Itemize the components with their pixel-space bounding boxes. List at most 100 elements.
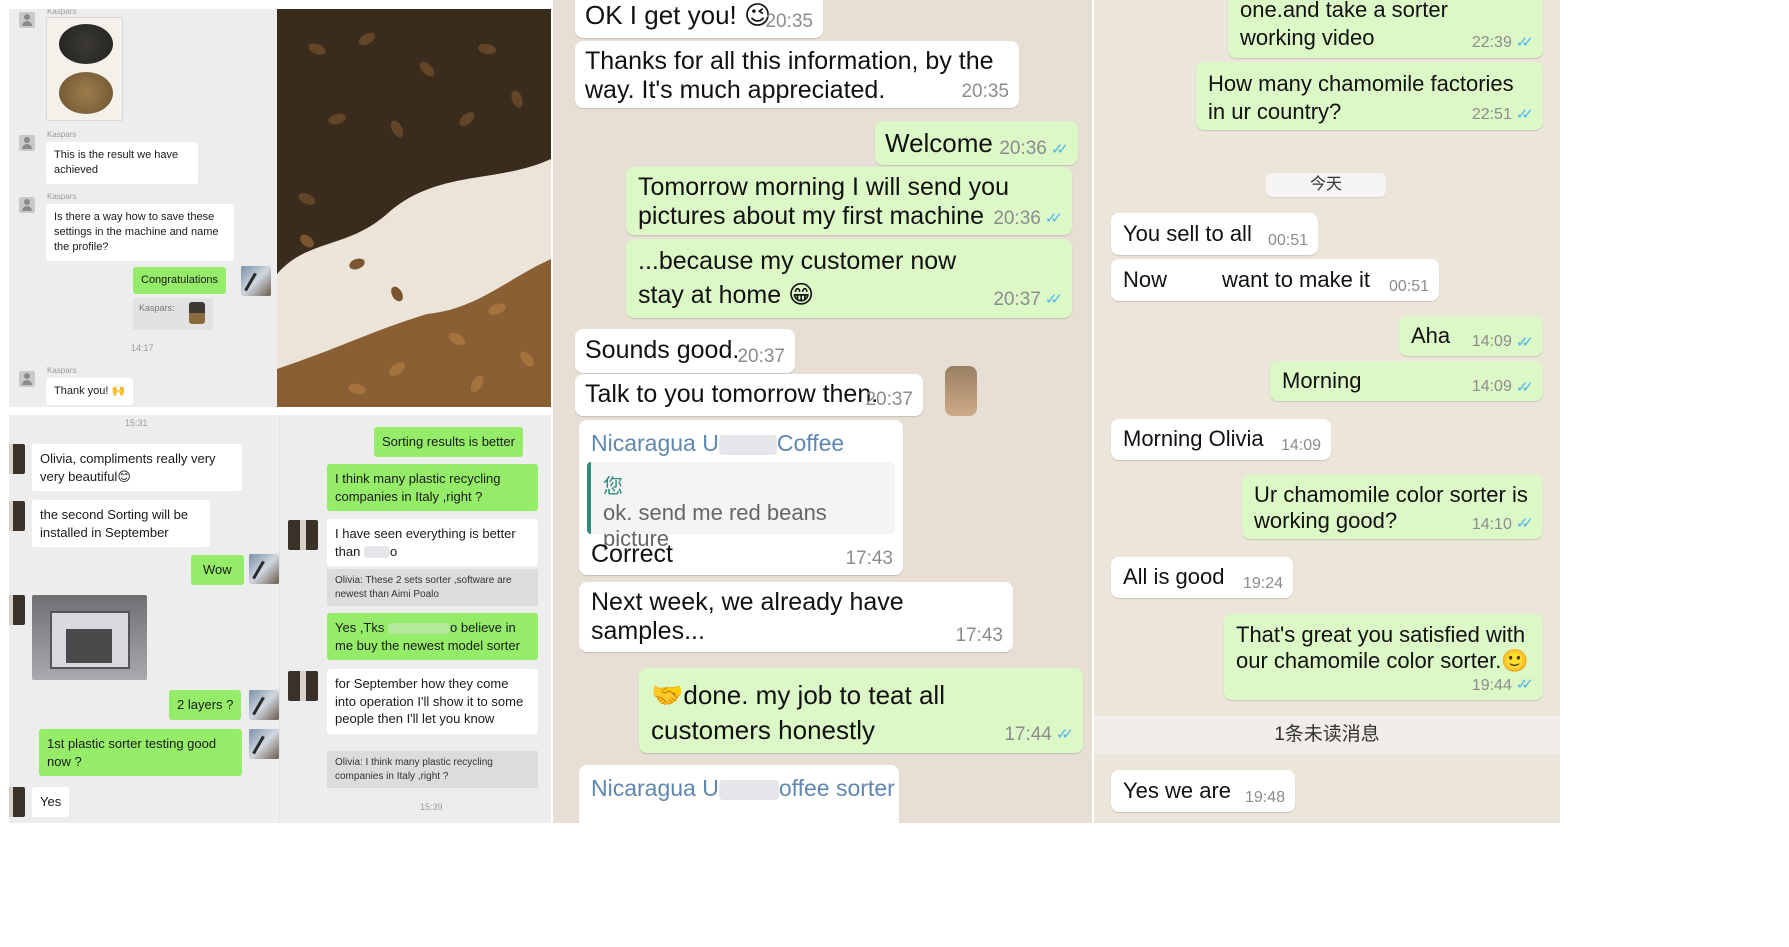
avatar[interactable] [249, 690, 279, 720]
avatar[interactable] [288, 671, 318, 701]
read-receipt-icon: ✓✓ [1515, 334, 1534, 351]
message-bubble-outgoing[interactable]: Congratulations [133, 267, 227, 294]
timestamp: 14:17 [131, 343, 154, 353]
date-separator: 今天 [1266, 173, 1386, 197]
timestamp: 00:51 [1388, 278, 1429, 295]
timestamp: 20:37 [993, 289, 1041, 311]
quoted-reply[interactable]: Kaspars: [133, 298, 213, 330]
timestamp: 22:39 [1471, 34, 1512, 51]
sender-name: Kaspars [47, 9, 77, 16]
avatar[interactable] [9, 444, 25, 474]
divider [279, 415, 280, 823]
read-receipt-icon: ✓✓ [1515, 515, 1534, 533]
message-text: o [389, 543, 398, 559]
avatar[interactable] [9, 595, 25, 625]
timestamp: 20:37 [737, 346, 785, 367]
timestamp: 14:10 [1471, 515, 1512, 533]
message-text: Is there a way how to save these setting… [54, 211, 219, 253]
avatar[interactable] [9, 501, 25, 531]
read-receipt-icon: ✓✓ [1044, 210, 1063, 228]
message-bubble[interactable]: Morning Olivia 14:09 [1111, 419, 1331, 460]
message-bubble-outgoing[interactable]: Wow [191, 555, 244, 585]
message-bubble[interactable]: Now want to make it 00:51 [1111, 259, 1439, 301]
redacted-text [718, 434, 777, 456]
quoted-reply[interactable]: Olivia: These 2 sets sorter ,software ar… [327, 569, 538, 606]
message-bubble-outgoing[interactable]: Welcome 20:36 ✓✓ [875, 121, 1078, 165]
message-bubble-reply[interactable]: Nicaragua UCoffee sorter 您 ok. send me r… [579, 420, 903, 575]
quoted-reply[interactable]: 您 ok. send me red beans picture [587, 462, 895, 551]
avatar[interactable] [19, 12, 35, 28]
avatar[interactable] [249, 729, 279, 759]
message-bubble[interactable]: Is there a way how to save these setting… [46, 204, 234, 261]
message-bubble-outgoing[interactable]: Ur chamomile color sorter is working goo… [1242, 475, 1543, 539]
avatar[interactable] [288, 520, 318, 550]
timestamp: 15:31 [125, 418, 148, 428]
read-receipt-icon: ✓✓ [1044, 291, 1063, 309]
message-bubble-outgoing[interactable]: That's great you satisfied with our cham… [1224, 614, 1543, 700]
message-bubble-outgoing[interactable]: 1st plastic sorter testing good now ? [39, 729, 242, 777]
timestamp: 20:36 [999, 138, 1047, 159]
redacted-text [718, 779, 779, 801]
message-bubble-outgoing[interactable]: Tomorrow morning I will send you picture… [626, 167, 1072, 235]
chat-panel-wechat-top: Kaspars Kaspars This is the result we ha… [9, 9, 277, 407]
message-bubble-outgoing[interactable]: ...because my customer now stay at home … [626, 239, 1072, 318]
photo-grains[interactable] [277, 9, 551, 407]
message-text: Correct [591, 540, 673, 568]
timestamp: 22:51 [1471, 106, 1512, 123]
message-bubble[interactable]: the second Sorting will be installed in … [32, 500, 210, 548]
timestamp: 17:44 [1004, 724, 1052, 746]
message-bubble[interactable]: for September how they come into operati… [327, 669, 538, 734]
message-bubble[interactable]: Yes [32, 787, 70, 817]
reply-sender: Nicaragua Uoffee sorter [591, 775, 895, 801]
quote-thumbnail [189, 302, 205, 324]
message-bubble[interactable]: Next week, we already have samples... 17… [579, 582, 1013, 652]
quoted-reply[interactable]: Olivia: I think many plastic recycling c… [327, 751, 538, 788]
message-bubble-outgoing[interactable]: Sorting results is better [374, 427, 523, 457]
timestamp: 20:37 [865, 389, 913, 410]
avatar[interactable] [249, 554, 279, 584]
message-bubble-outgoing[interactable]: Aha 14:09 ✓✓ [1399, 316, 1543, 356]
message-bubble-reply[interactable]: Nicaragua Uoffee sorter [579, 765, 899, 823]
message-text: Sorting results is better [382, 434, 515, 449]
message-text: Wow [203, 562, 232, 577]
message-bubble[interactable]: All is good 19:24 [1111, 557, 1293, 598]
message-bubble[interactable]: Thank you! 🙌 [46, 378, 134, 405]
message-bubble-outgoing[interactable]: 2 layers ? [169, 690, 242, 720]
message-text: Congratulations [141, 274, 219, 286]
timestamp: 14:09 [1280, 437, 1321, 454]
message-bubble[interactable]: Talk to you tomorrow then. 20:37 [575, 374, 923, 416]
avatar[interactable] [241, 266, 271, 296]
message-bubble[interactable]: Yes we are 19:48 [1111, 770, 1295, 812]
message-text: Yes [40, 794, 62, 809]
message-bubble-outgoing[interactable]: one.and take a sorter working video 22:3… [1228, 0, 1543, 58]
message-bubble-outgoing[interactable]: I think many plastic recycling companies… [327, 464, 538, 512]
avatar[interactable] [19, 371, 35, 387]
image-message-tea-samples[interactable] [46, 17, 123, 121]
message-text: That's great you satisfied with our cham… [1236, 622, 1529, 674]
avatar[interactable] [9, 787, 25, 817]
message-bubble-outgoing[interactable]: How many chamomile factories in ur count… [1196, 62, 1543, 130]
message-bubble-outgoing[interactable]: Yes ,Tks o believe in me buy the newest … [327, 613, 538, 661]
message-bubble[interactable]: I have seen everything is better than o [327, 519, 538, 567]
redacted-text [363, 546, 390, 558]
message-bubble-outgoing[interactable]: 🤝done. my job to teat all customers hone… [639, 668, 1083, 753]
message-text: This is the result we have achieved [54, 149, 179, 176]
message-bubble[interactable]: Thanks for all this information, by the … [575, 41, 1019, 108]
message-text: ...because my customer now stay at home … [638, 247, 957, 309]
avatar[interactable] [19, 197, 35, 213]
message-bubble-outgoing[interactable]: Morning 14:09 ✓✓ [1270, 361, 1543, 401]
message-text: Olivia, compliments really very very bea… [40, 451, 216, 484]
quote-text: Olivia: These 2 sets sorter ,software ar… [335, 575, 512, 600]
message-bubble[interactable]: This is the result we have achieved [46, 142, 198, 184]
message-bubble[interactable]: Sounds good. 20:37 [575, 329, 795, 373]
timestamp: 19:24 [1242, 575, 1283, 592]
timestamp: 20:36 [993, 208, 1041, 230]
message-text: I have seen everything is better than [335, 526, 516, 559]
timestamp: 15:39 [420, 802, 443, 812]
image-message-machine[interactable] [32, 595, 147, 680]
avatar[interactable] [19, 135, 35, 151]
message-bubble[interactable]: You sell to all 00:51 [1111, 213, 1318, 255]
message-bubble[interactable]: OK I get you! 😉 20:35 [575, 0, 823, 38]
message-bubble[interactable]: Olivia, compliments really very very bea… [32, 444, 242, 492]
read-receipt-icon: ✓✓ [1515, 33, 1534, 51]
